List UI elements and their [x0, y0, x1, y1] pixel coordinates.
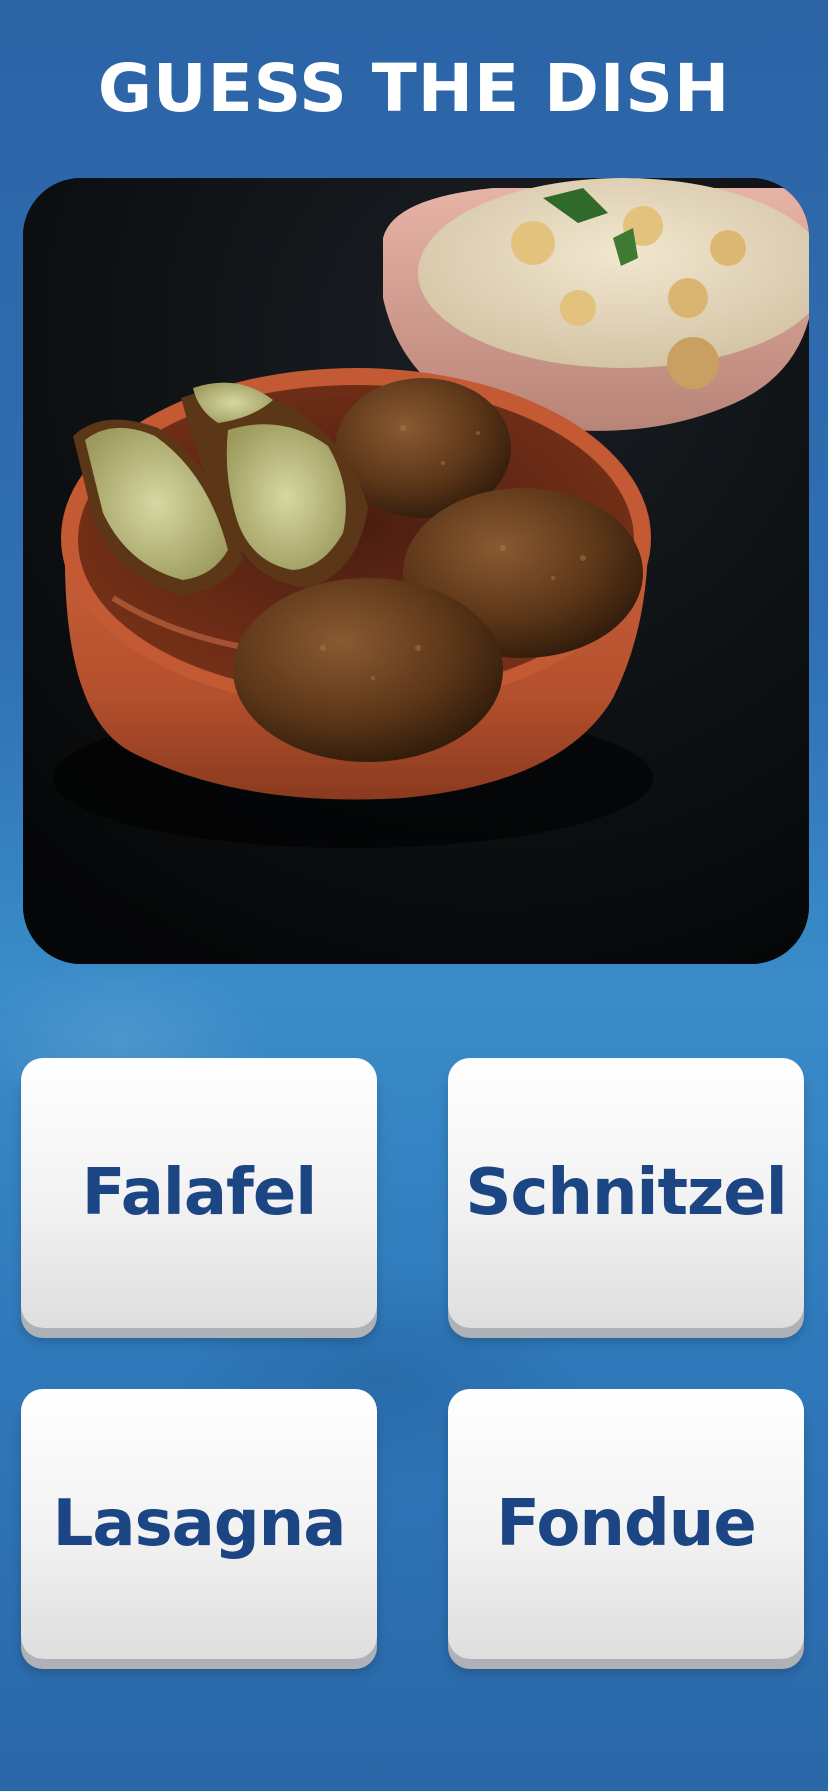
answer-label: Lasagna [52, 1487, 347, 1561]
answer-button-schnitzel[interactable]: Schnitzel [448, 1058, 804, 1328]
page-title: GUESS THE DISH [97, 50, 731, 127]
dish-photo-illustration [23, 178, 809, 964]
answer-label: Fondue [496, 1487, 756, 1561]
answer-button-fondue[interactable]: Fondue [448, 1389, 804, 1659]
answer-button-falafel[interactable]: Falafel [21, 1058, 377, 1328]
answer-label: Schnitzel [465, 1156, 787, 1230]
answer-label: Falafel [81, 1156, 317, 1230]
dish-photo [23, 178, 809, 964]
answer-button-lasagna[interactable]: Lasagna [21, 1389, 377, 1659]
